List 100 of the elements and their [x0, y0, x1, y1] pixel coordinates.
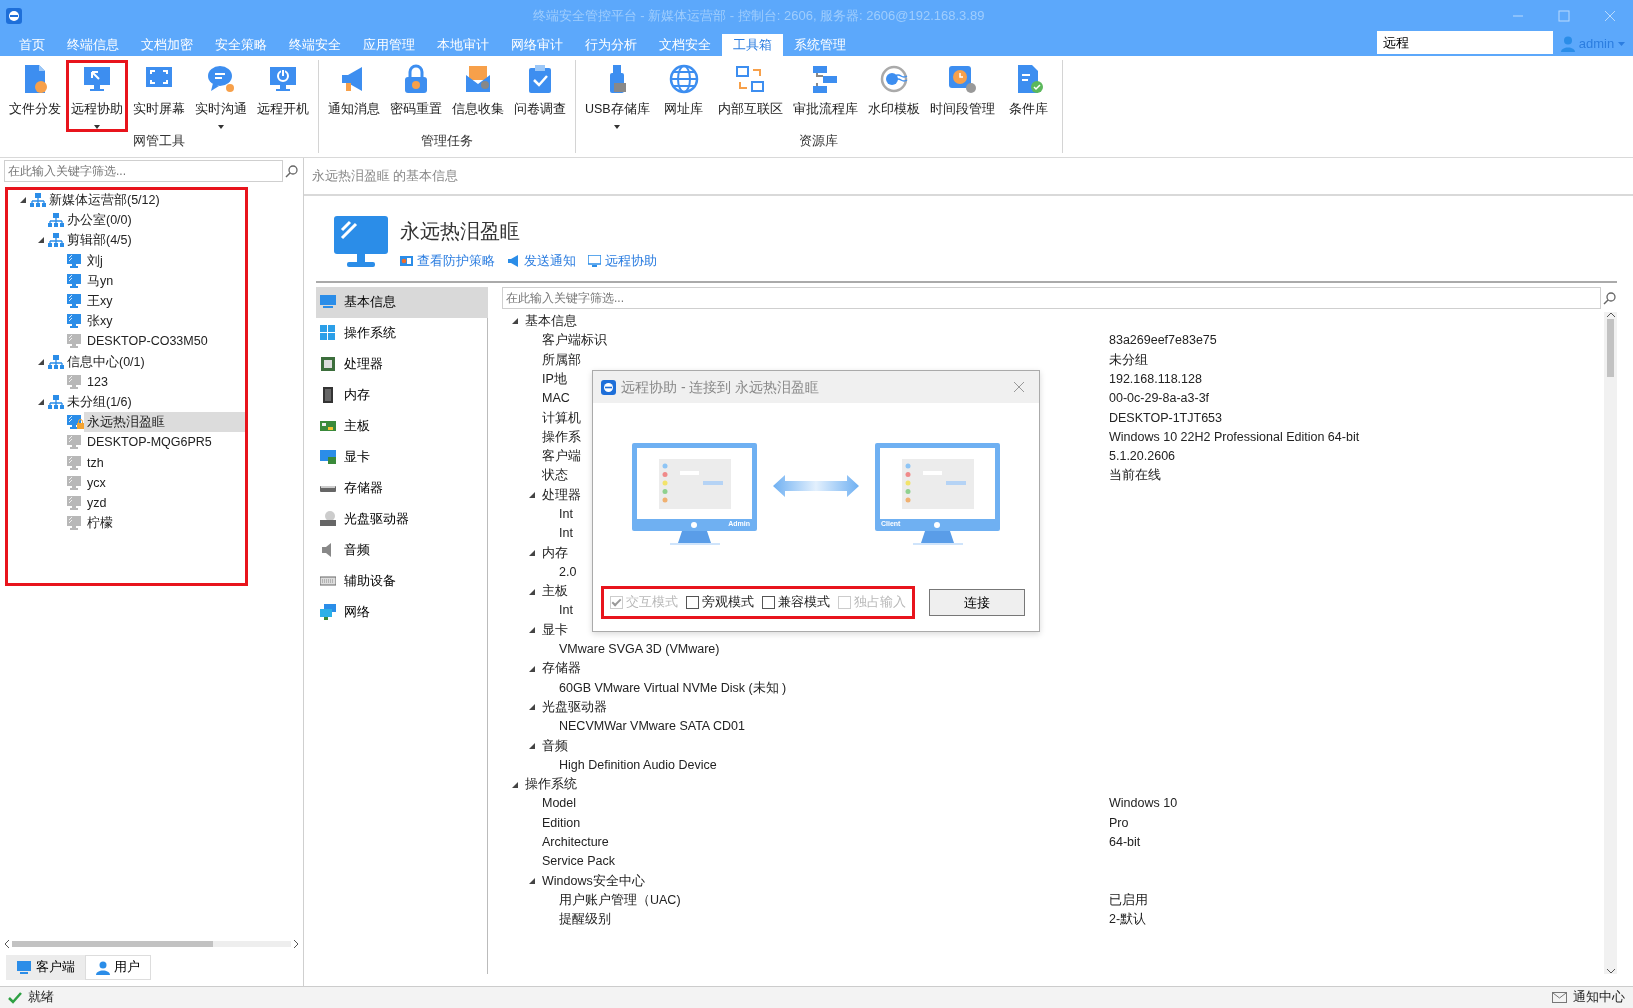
tree-item[interactable]: 新媒体运营部(5/12)	[46, 190, 163, 211]
search-icon[interactable]	[1603, 291, 1617, 306]
toolbar-button[interactable]: 网址库	[654, 60, 713, 132]
property-value: DESKTOP-1TJT653	[1109, 410, 1222, 425]
toolbar-button[interactable]: 远程开机	[252, 60, 314, 132]
tree-item[interactable]: 剪辑部(4/5)	[64, 230, 135, 251]
section-label: 音频	[542, 737, 568, 755]
property-label: VMware SVGA 3D (VMware)	[559, 641, 720, 659]
tree-item[interactable]: 办公室(0/0)	[64, 210, 135, 231]
org-chart-icon	[48, 213, 64, 228]
expand-arrow-icon[interactable]	[37, 357, 45, 366]
expand-arrow-icon[interactable]	[37, 236, 45, 245]
nav-item[interactable]: 显卡	[316, 441, 488, 473]
tree-item[interactable]: 信息中心(0/1)	[64, 351, 148, 372]
expand-arrow-icon[interactable]	[528, 664, 536, 673]
nav-item[interactable]: 网络	[316, 596, 488, 628]
toolbar-button[interactable]: 远程协助	[66, 60, 128, 132]
expand-arrow-icon[interactable]	[528, 703, 536, 712]
checkbox[interactable]	[762, 596, 775, 610]
nav-item[interactable]: 存储器	[316, 472, 488, 504]
toolbar-button[interactable]: 条件库	[999, 60, 1058, 132]
org-chart-icon	[30, 193, 46, 208]
nav-item[interactable]: 辅助设备	[316, 565, 488, 597]
checkbox[interactable]	[686, 596, 699, 610]
nav-item[interactable]: 操作系统	[316, 317, 488, 349]
toolbar-button[interactable]: 问卷调查	[509, 60, 571, 132]
tree-item[interactable]: 王xy	[84, 291, 116, 312]
dialog-title: 远程协助 - 连接到 永远热泪盈眶	[621, 377, 820, 397]
four-squares-icon	[320, 325, 336, 342]
double-arrow-icon	[773, 474, 859, 497]
property-label: NECVMWar VMware SATA CD01	[559, 718, 745, 736]
property-label: 客户端	[542, 448, 581, 466]
action-link[interactable]: 远程协助	[588, 252, 657, 271]
expand-arrow-icon[interactable]	[528, 491, 536, 500]
toolbar-button[interactable]: USB存储库	[580, 60, 655, 132]
tree-item[interactable]: DESKTOP-MQG6PR5	[84, 432, 215, 453]
panel-tab[interactable]: 用户	[85, 955, 151, 980]
tree-item[interactable]: tzh	[84, 452, 107, 473]
toolbar-button[interactable]: 通知消息	[323, 60, 385, 132]
connect-button[interactable]: 连接	[929, 589, 1025, 617]
expand-arrow-icon[interactable]	[528, 587, 536, 596]
tree-item[interactable]: 柠檬	[84, 513, 116, 534]
nav-item[interactable]: 音频	[316, 534, 488, 566]
nav-item[interactable]: 主板	[316, 410, 488, 442]
notification-center-link[interactable]: 通知中心	[1573, 988, 1625, 1007]
toolbar-button[interactable]: 文件分发	[4, 60, 66, 132]
nav-item[interactable]: 光盘驱动器	[316, 503, 488, 535]
scroll-right-icon[interactable]	[293, 940, 299, 949]
expand-arrow-icon[interactable]	[528, 741, 536, 750]
toolbar-button[interactable]: 内部互联区	[712, 60, 788, 132]
tree-item[interactable]: ycx	[84, 472, 109, 493]
tree-item[interactable]: 123	[84, 371, 111, 392]
property-label: Int	[559, 525, 573, 543]
toolbar-button[interactable]: 审批流程库	[787, 60, 863, 132]
tree-item[interactable]: DESKTOP-CO33M50	[84, 331, 211, 352]
expand-arrow-icon[interactable]	[528, 548, 536, 557]
toolbar-button[interactable]: 实时屏幕	[128, 60, 190, 132]
app-logo-icon	[601, 379, 616, 395]
toolbar-button[interactable]: 信息收集	[447, 60, 509, 132]
action-link[interactable]: 发送通知	[507, 252, 576, 271]
memory-icon	[320, 387, 336, 404]
property-label: 计算机	[542, 409, 581, 427]
tree-item[interactable]: 永远热泪盈眶	[84, 412, 245, 433]
checkbox-label: 交互模式	[626, 594, 678, 612]
scroll-down-icon[interactable]	[1606, 969, 1615, 974]
monitor-icon	[16, 960, 32, 975]
section-label: 处理器	[542, 486, 581, 504]
scrollbar-thumb[interactable]	[1607, 318, 1614, 377]
nav-item[interactable]: 基本信息	[316, 286, 488, 318]
toolbar-button[interactable]: 时间段管理	[924, 60, 1000, 132]
toolbar-button[interactable]: 密码重置	[385, 60, 447, 132]
network-icon	[320, 604, 336, 621]
tree-item[interactable]: 刘j	[84, 250, 106, 271]
toolbar-button[interactable]: 水印模板	[862, 60, 925, 132]
expand-arrow-icon[interactable]	[37, 397, 45, 406]
panel-tab[interactable]: 客户端	[6, 955, 85, 980]
filter-field[interactable]: 在此输入关键字筛选...	[502, 287, 1601, 310]
toolbar-button[interactable]: 实时沟通	[190, 60, 252, 132]
checkbox-label: 兼容模式	[778, 594, 830, 612]
menu-tab[interactable]: 工具箱	[722, 34, 783, 56]
scroll-up-icon[interactable]	[1606, 311, 1615, 317]
scroll-left-icon[interactable]	[4, 940, 10, 949]
search-field[interactable]: 远程	[1377, 31, 1553, 54]
search-icon[interactable]	[285, 164, 299, 178]
expand-arrow-icon[interactable]	[511, 780, 519, 789]
tree-item[interactable]: 未分组(1/6)	[64, 391, 135, 412]
tree-item[interactable]: yzd	[84, 492, 110, 513]
clock-gear-icon	[946, 63, 979, 95]
expand-arrow-icon[interactable]	[528, 877, 536, 885]
scrollbar-thumb[interactable]	[12, 941, 213, 948]
tree-item[interactable]: 张xy	[84, 311, 116, 332]
nav-item[interactable]: 内存	[316, 379, 488, 411]
expand-arrow-icon[interactable]	[511, 317, 519, 326]
user-icon	[96, 960, 110, 975]
filter-field[interactable]: 在此输入关键字筛选...	[4, 160, 283, 182]
nav-item[interactable]: 处理器	[316, 348, 488, 380]
tree-item[interactable]: 马yn	[84, 270, 117, 291]
action-link[interactable]: 查看防护策略	[400, 252, 495, 271]
expand-arrow-icon[interactable]	[19, 196, 27, 205]
expand-arrow-icon[interactable]	[528, 626, 536, 635]
